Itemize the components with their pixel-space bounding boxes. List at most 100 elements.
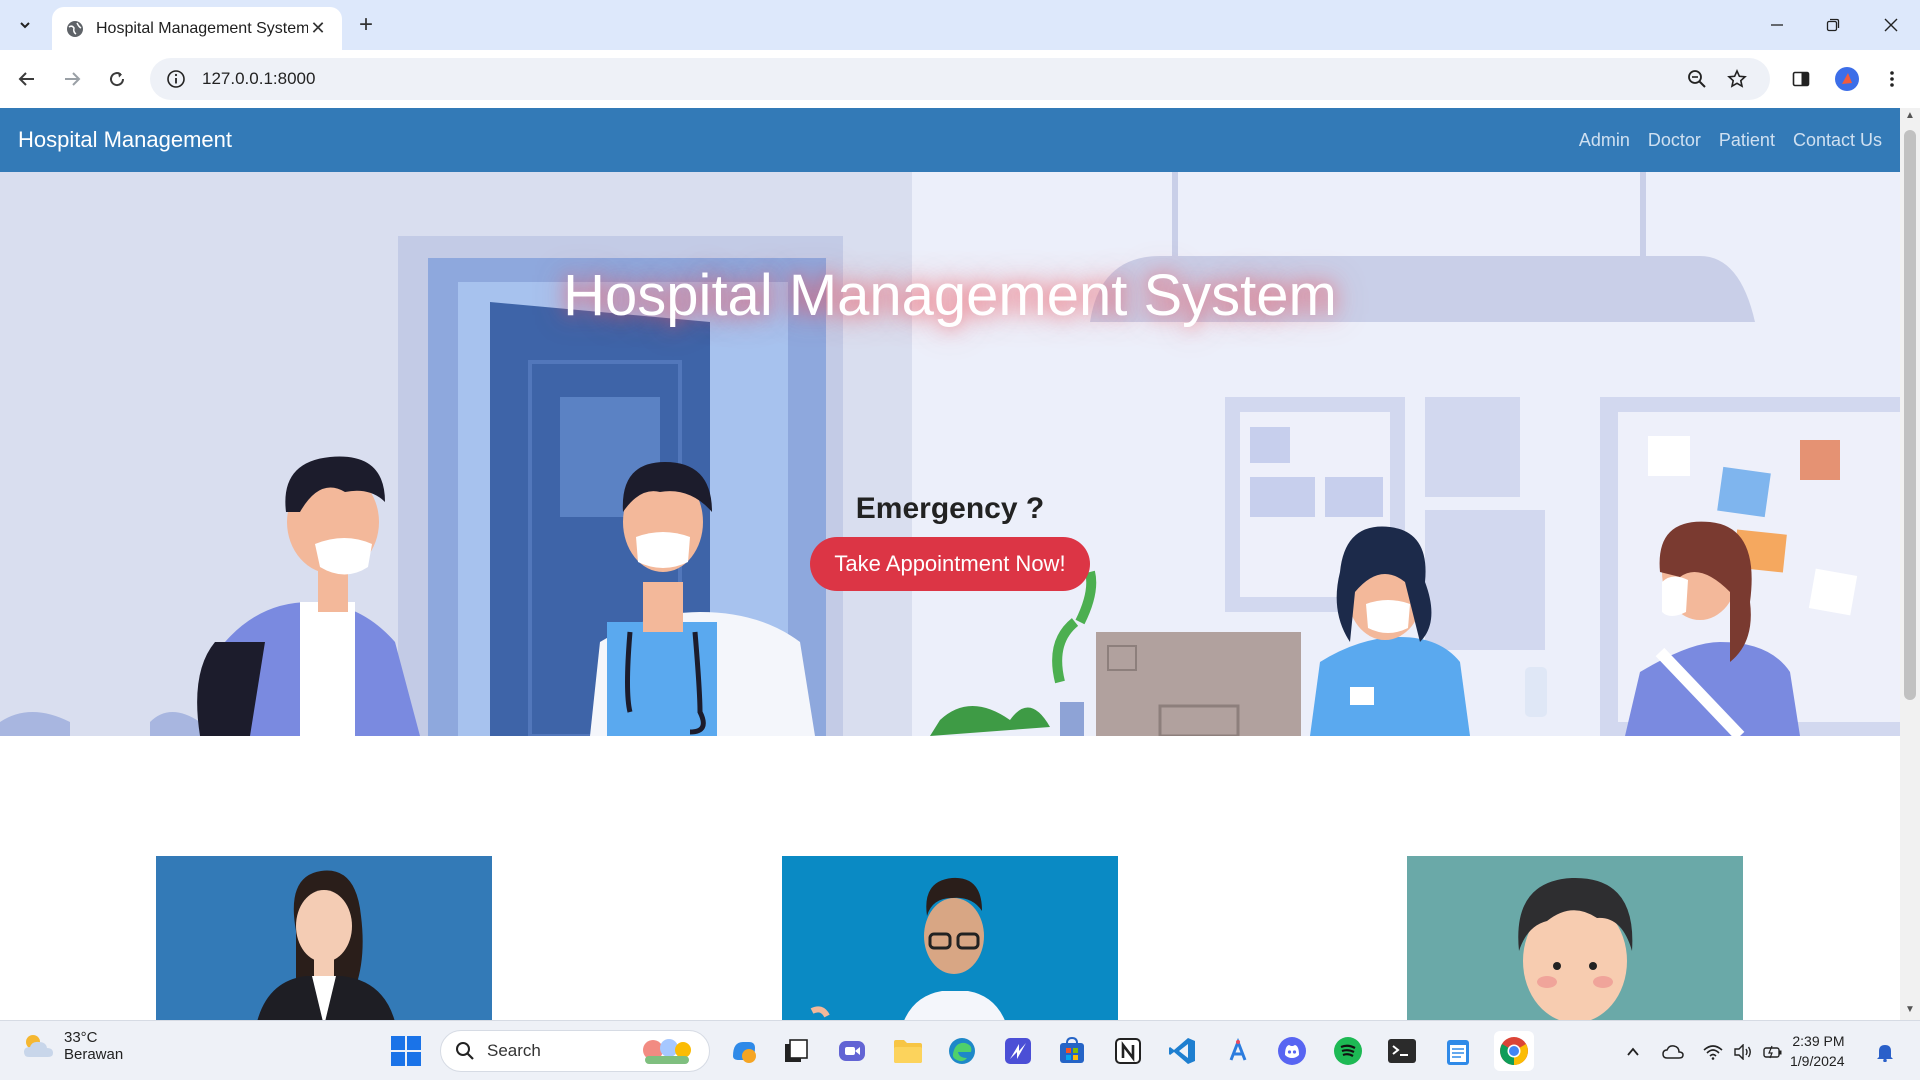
minimize-icon bbox=[1771, 24, 1783, 26]
volume-icon bbox=[1734, 1044, 1751, 1060]
arrow-left-icon bbox=[18, 72, 34, 86]
back-button[interactable] bbox=[10, 62, 44, 96]
card-image-1 bbox=[156, 856, 492, 1020]
taskbar-chrome[interactable] bbox=[1494, 1031, 1534, 1071]
vscode-icon bbox=[1169, 1038, 1195, 1064]
weather-widget[interactable]: 33°C Berawan bbox=[20, 1029, 123, 1063]
store-icon bbox=[1060, 1036, 1084, 1063]
video-chat-icon bbox=[839, 1041, 865, 1061]
taskbar-copilot[interactable] bbox=[724, 1031, 764, 1071]
emergency-heading: Emergency ? bbox=[855, 492, 1045, 525]
nav-link-admin[interactable]: Admin bbox=[1579, 130, 1630, 151]
zoom-button[interactable] bbox=[1680, 62, 1714, 96]
bolt-app-icon bbox=[1005, 1038, 1031, 1064]
doctor-cards bbox=[0, 856, 1900, 1020]
page-viewport: Hospital Management Admin Doctor Patient… bbox=[0, 108, 1900, 1020]
search-icon bbox=[456, 1042, 474, 1060]
chevron-up-icon bbox=[1627, 1047, 1639, 1056]
menu-button[interactable] bbox=[1875, 62, 1909, 96]
scroll-down-arrow[interactable]: ▼ bbox=[1904, 1004, 1916, 1016]
side-panel-button[interactable] bbox=[1784, 62, 1818, 96]
tab-title: Hospital Management System bbox=[96, 19, 308, 37]
app-store-icon bbox=[1229, 1037, 1247, 1061]
tray-onedrive[interactable] bbox=[1660, 1039, 1686, 1065]
hero-section: Hospital Management System Emergency ? T… bbox=[0, 172, 1900, 736]
site-info-icon[interactable] bbox=[166, 69, 186, 89]
tray-wifi[interactable] bbox=[1700, 1039, 1726, 1065]
restore-icon bbox=[1826, 18, 1840, 32]
taskbar-clock[interactable]: 2:39 PM 1/9/2024 bbox=[1790, 1031, 1845, 1071]
notion-icon bbox=[1115, 1038, 1141, 1064]
site-brand[interactable]: Hospital Management bbox=[18, 127, 1561, 153]
minimize-button[interactable] bbox=[1752, 8, 1802, 42]
wifi-icon bbox=[1703, 1045, 1723, 1060]
nav-link-doctor[interactable]: Doctor bbox=[1648, 130, 1701, 151]
taskbar-edge[interactable] bbox=[942, 1031, 982, 1071]
forward-button[interactable] bbox=[55, 62, 89, 96]
profile-photo-woman bbox=[257, 870, 395, 1020]
url-text: 127.0.0.1:8000 bbox=[202, 69, 316, 88]
taskbar-spotify[interactable] bbox=[1328, 1031, 1368, 1071]
hero-title: Hospital Management System bbox=[563, 263, 1337, 328]
taskbar-search[interactable]: Search bbox=[440, 1030, 710, 1072]
site-navbar: Hospital Management Admin Doctor Patient… bbox=[0, 108, 1900, 172]
taskbar-file-explorer[interactable] bbox=[888, 1031, 928, 1071]
taskbar-app-bolt[interactable] bbox=[998, 1031, 1038, 1071]
tray-volume[interactable] bbox=[1730, 1039, 1756, 1065]
new-tab-button[interactable]: + bbox=[352, 11, 380, 39]
clock-time: 2:39 PM bbox=[1792, 1033, 1845, 1049]
taskbar-notepad[interactable] bbox=[1438, 1031, 1478, 1071]
nav-link-patient[interactable]: Patient bbox=[1719, 130, 1775, 151]
close-window-button[interactable] bbox=[1866, 8, 1916, 42]
battery-icon bbox=[1763, 1045, 1782, 1059]
active-tab[interactable]: Hospital Management System ✕ bbox=[52, 7, 342, 50]
kebab-menu-icon bbox=[1890, 71, 1894, 87]
profile-avatar-cartoon bbox=[1518, 877, 1633, 1020]
chrome-icon bbox=[1500, 1037, 1528, 1065]
notepad-icon bbox=[1447, 1040, 1469, 1065]
card-image-2 bbox=[782, 856, 1118, 1020]
taskbar-notion[interactable] bbox=[1108, 1031, 1148, 1071]
taskbar-teams[interactable] bbox=[832, 1031, 872, 1071]
partly-cloudy-icon bbox=[24, 1035, 53, 1057]
scrollbar-thumb[interactable] bbox=[1904, 130, 1916, 700]
card-image-3 bbox=[1407, 856, 1743, 1020]
taskbar-app-store[interactable] bbox=[1218, 1031, 1258, 1071]
star-icon bbox=[1727, 69, 1747, 88]
profile-button[interactable] bbox=[1830, 62, 1864, 96]
windows-start-icon[interactable] bbox=[390, 1035, 422, 1067]
chevron-down-icon bbox=[20, 22, 30, 29]
avatar bbox=[1835, 67, 1859, 91]
side-panel-icon bbox=[1792, 71, 1810, 87]
close-tab-icon[interactable]: ✕ bbox=[308, 18, 328, 39]
terminal-icon bbox=[1388, 1039, 1416, 1063]
profile-photo-man bbox=[810, 877, 1005, 1020]
taskbar-discord[interactable] bbox=[1272, 1031, 1312, 1071]
arrow-right-icon bbox=[65, 72, 81, 86]
tray-overflow-button[interactable] bbox=[1620, 1039, 1646, 1065]
restore-button[interactable] bbox=[1808, 8, 1858, 42]
tray-notifications[interactable] bbox=[1872, 1039, 1898, 1065]
browser-toolbar: 127.0.0.1:8000 bbox=[0, 50, 1920, 108]
reload-icon bbox=[110, 72, 125, 87]
nav-link-contact[interactable]: Contact Us bbox=[1793, 130, 1882, 151]
taskbar-store[interactable] bbox=[1052, 1031, 1092, 1071]
cloud-icon bbox=[1662, 1045, 1684, 1059]
reload-button[interactable] bbox=[100, 62, 134, 96]
taskbar-vscode[interactable] bbox=[1162, 1031, 1202, 1071]
search-highlight-icon bbox=[643, 1039, 691, 1064]
page-scrollbar[interactable]: ▲ ▼ bbox=[1900, 108, 1920, 1020]
tray-battery[interactable] bbox=[1760, 1039, 1786, 1065]
copilot-icon bbox=[733, 1042, 756, 1063]
zoom-icon bbox=[1688, 70, 1706, 88]
taskbar-terminal[interactable] bbox=[1382, 1031, 1422, 1071]
weather-temp: 33°C bbox=[64, 1029, 98, 1046]
spotify-icon bbox=[1334, 1037, 1362, 1065]
tab-search-button[interactable] bbox=[10, 10, 40, 40]
address-bar[interactable]: 127.0.0.1:8000 bbox=[150, 58, 1770, 100]
bookmark-button[interactable] bbox=[1720, 62, 1754, 96]
scroll-up-arrow[interactable]: ▲ bbox=[1904, 110, 1916, 122]
taskbar-task-view[interactable] bbox=[776, 1031, 816, 1071]
close-icon bbox=[1884, 18, 1898, 32]
take-appointment-button[interactable]: Take Appointment Now! bbox=[810, 537, 1090, 591]
